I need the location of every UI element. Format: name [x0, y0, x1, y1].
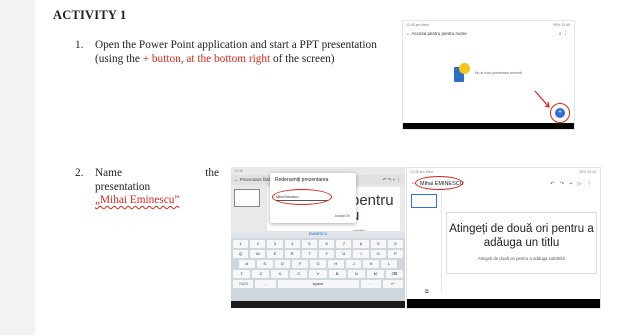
step-2-number: 2.	[75, 167, 84, 179]
keyboard-row: ?123 , space . ↵	[233, 280, 403, 288]
slide-title-text: pentru u	[351, 192, 394, 223]
key[interactable]: H	[327, 260, 344, 268]
key[interactable]: 7	[336, 240, 352, 248]
dialog-buttons[interactable]: Anulați OK	[335, 214, 350, 218]
key[interactable]: 6	[319, 240, 335, 248]
key[interactable]: V	[309, 270, 327, 278]
screenshot-rename-dialog: 12:45 ← Prezentare fără ↶ ↷ + ⋮ pentru u…	[231, 167, 405, 308]
enter-key[interactable]: ↵	[382, 280, 403, 288]
key[interactable]: O	[370, 250, 386, 258]
status-bar-right: 95% 12:45	[579, 170, 596, 174]
step-1: 1. Open the Power Point application and …	[75, 39, 395, 66]
step-2-quoted-name: „Mihai Eminescu”	[95, 194, 180, 206]
key[interactable]: R	[284, 250, 300, 258]
key[interactable]: S	[256, 260, 273, 268]
key[interactable]: M	[366, 270, 384, 278]
screenshot-renamed-presentation: 12:45 pm Wed 95% 12:45 ← Mihai EMINESCU …	[406, 167, 601, 309]
key[interactable]: X	[271, 270, 289, 278]
key[interactable]: B	[328, 270, 346, 278]
key[interactable]: 0	[387, 240, 404, 248]
step-2-text: Name the presentation „Mihai Eminescu”	[95, 167, 225, 208]
key[interactable]: F	[292, 260, 309, 268]
key[interactable]: W	[250, 250, 266, 258]
divider	[441, 192, 442, 292]
key[interactable]: C	[290, 270, 308, 278]
add-presentation-button[interactable]: +	[555, 108, 565, 118]
nav-bar	[231, 301, 405, 308]
key[interactable]: E	[267, 250, 283, 258]
slide-thumbnail[interactable]	[234, 189, 260, 207]
on-screen-keyboard: EMINESCU 1 2 3 4 5 6 7 8 9 0 Q W E R T Y…	[231, 231, 405, 308]
key[interactable]: J	[345, 260, 362, 268]
key[interactable]: I	[353, 250, 369, 258]
key[interactable]: N	[347, 270, 365, 278]
keyboard-row: Q W E R T Y U I O P	[233, 250, 404, 258]
key[interactable]: U	[336, 250, 352, 258]
key[interactable]: 5	[301, 240, 318, 248]
step-1-text-red: + button, at the bottom right	[142, 52, 271, 65]
key[interactable]: 4	[284, 240, 300, 248]
key[interactable]: A	[239, 260, 255, 268]
key[interactable]: 9	[370, 240, 386, 248]
key[interactable]: 1	[233, 240, 249, 248]
screenshot-start-screen: 12:45 pm Wed 95% 12:45 ← Accesa pentru p…	[402, 20, 575, 130]
highlight-circle	[415, 176, 463, 190]
keyboard-row: A S D F G H J K L	[239, 260, 398, 268]
step-1-number: 1.	[75, 39, 84, 51]
dialog-title: Redenumiți prezentarea	[275, 177, 329, 183]
key[interactable]: P	[387, 250, 404, 258]
keyboard-row: ⇧ Z X C V B N M ⌫	[233, 270, 403, 278]
key[interactable]: Y	[319, 250, 335, 258]
step-2-word-the: the	[205, 167, 219, 179]
slide-thumbnail[interactable]	[411, 194, 437, 208]
step-2-word-name: Name	[95, 167, 122, 179]
keyboard-row: 1 2 3 4 5 6 7 8 9 0	[233, 240, 404, 248]
rename-dialog: Redenumiți prezentarea Mihai Eminescu An…	[270, 173, 356, 223]
nav-bar	[407, 299, 600, 308]
backspace-key[interactable]: ⌫	[385, 270, 403, 278]
activity-heading: ACTIVITY 1	[53, 8, 127, 22]
symbols-key[interactable]: ?123	[233, 280, 254, 288]
slide-canvas[interactable]: Atingeți de două ori pentru a adăuga un …	[446, 212, 597, 274]
key[interactable]: 2	[250, 240, 266, 248]
key[interactable]: K	[363, 260, 380, 268]
slide-subtitle-placeholder[interactable]: Atingeți de două ori pentru a adăuga sub…	[447, 256, 596, 261]
comma-key[interactable]: ,	[255, 280, 276, 288]
key[interactable]: L	[381, 260, 398, 268]
key[interactable]: Z	[252, 270, 270, 278]
step-2: 2. Name the presentation „Mihai Eminescu…	[75, 167, 225, 208]
key[interactable]: D	[274, 260, 291, 268]
shift-key[interactable]: ⇧	[233, 270, 251, 278]
step-1-text-b: of the screen)	[270, 52, 335, 65]
titlebar-icons: ↶ ↷ + ⋮	[382, 177, 401, 182]
nav-bar	[403, 123, 574, 129]
key[interactable]: G	[310, 260, 326, 268]
step-1-text: Open the Power Point application and sta…	[95, 39, 395, 66]
key[interactable]: 8	[353, 240, 369, 248]
status-bar-left: 12:45 pm Wed	[410, 170, 433, 174]
slides-panel-icon[interactable]: ⧉	[425, 289, 429, 295]
step-2-word-presentation: presentation	[95, 180, 151, 193]
key[interactable]: Q	[233, 250, 249, 258]
toolbar-icons[interactable]: ↶ ↷ + ▷ ⋮	[550, 181, 594, 187]
highlight-circle	[272, 189, 332, 205]
key[interactable]: 3	[267, 240, 283, 248]
keyboard-suggestion[interactable]: EMINESCU	[231, 231, 405, 238]
key[interactable]: T	[301, 250, 318, 258]
space-key[interactable]: space	[277, 280, 359, 288]
step-2-first-line: Name the	[95, 167, 219, 181]
slide-title-placeholder[interactable]: Atingeți de două ori pentru a adăuga un …	[447, 222, 596, 250]
period-key[interactable]: .	[360, 280, 381, 288]
